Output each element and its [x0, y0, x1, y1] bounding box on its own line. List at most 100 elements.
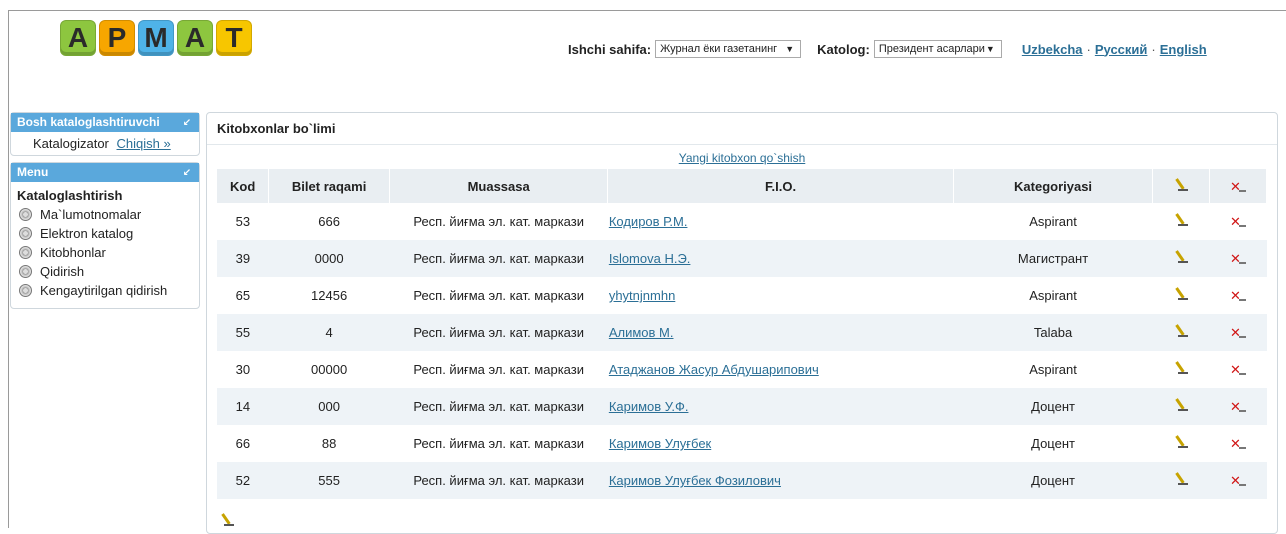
- table-row: 30 00000 Респ. йиғма эл. кат. маркази Атадж…: [217, 351, 1267, 388]
- menu-item-kitobhonlar[interactable]: Kitobhonlar: [11, 243, 199, 262]
- column-header-kategoriya[interactable]: Kategoriyasi: [953, 169, 1154, 203]
- disc-icon: [19, 265, 32, 278]
- edit-icon[interactable]: [1173, 398, 1189, 412]
- cataloger-panel-title: Bosh kataloglashtiruvchi: [17, 115, 160, 129]
- menu-item-qidirish[interactable]: Qidirish: [11, 262, 199, 281]
- delete-icon[interactable]: ✕: [1230, 326, 1247, 340]
- reader-name-link[interactable]: Каримов Улуғбек Фозилович: [609, 473, 781, 488]
- edit-icon[interactable]: [1173, 435, 1189, 449]
- cell-kod: 30: [217, 351, 269, 388]
- cell-kod: 14: [217, 388, 269, 425]
- cell-muassasa: Респ. йиғма эл. кат. маркази: [389, 277, 608, 314]
- lang-uzbek-link[interactable]: Uzbekcha: [1022, 42, 1083, 57]
- menu-item-label: Kitobhonlar: [40, 245, 106, 260]
- reader-name-link[interactable]: Кодиров Р.М.: [609, 214, 688, 229]
- edit-icon[interactable]: [1173, 472, 1189, 486]
- column-header-muassasa[interactable]: Muassasa: [389, 169, 609, 203]
- menu-item-elektron-katalog[interactable]: Elektron katalog: [11, 224, 199, 243]
- delete-icon[interactable]: ✕: [1230, 215, 1247, 229]
- work-page-value: Журнал ёки газетанинг: [660, 43, 778, 55]
- cell-bilet: 000: [268, 388, 390, 425]
- cell-edit: [1152, 425, 1210, 462]
- cell-bilet: 0000: [268, 240, 390, 277]
- column-header-bilet[interactable]: Bilet raqami: [268, 169, 390, 203]
- column-header-fio[interactable]: F.I.O.: [607, 169, 954, 203]
- delete-icon: ✕: [1230, 180, 1247, 194]
- reader-name-link[interactable]: Атаджанов Жасур Абдушарипович: [609, 362, 819, 377]
- cell-kategoriya: Магистрант: [953, 240, 1153, 277]
- cell-edit: [1152, 277, 1210, 314]
- edit-icon[interactable]: [1173, 324, 1189, 338]
- delete-icon[interactable]: ✕: [1230, 363, 1247, 377]
- delete-icon[interactable]: ✕: [1230, 252, 1247, 266]
- edit-icon[interactable]: [1173, 287, 1189, 301]
- delete-icon[interactable]: ✕: [1230, 474, 1247, 488]
- cell-muassasa: Респ. йиғма эл. кат. маркази: [389, 351, 608, 388]
- reader-name-link[interactable]: Islomova Н.Э.: [609, 251, 691, 266]
- lang-russian-link[interactable]: Русский: [1095, 42, 1148, 57]
- cell-edit: [1152, 351, 1210, 388]
- cell-fio: Кодиров Р.М.: [607, 203, 954, 240]
- armat-logo[interactable]: А Р М А Т: [60, 20, 255, 56]
- menu-item-kengaytirilgan-qidirish[interactable]: Kengaytirilgan qidirish: [11, 281, 199, 300]
- sidebar: Bosh kataloglashtiruvchi ↙ Katalogizator…: [10, 112, 200, 315]
- column-header-kod[interactable]: Kod: [217, 169, 270, 203]
- chevron-down-icon: ▼: [985, 44, 995, 54]
- cell-kod: 66: [217, 425, 269, 462]
- reader-name-link[interactable]: Каримов У.Ф.: [609, 399, 689, 414]
- cell-delete: ✕: [1209, 277, 1267, 314]
- catalog-select[interactable]: Президент асарлари ▼: [873, 40, 1002, 58]
- cell-delete: ✕: [1209, 203, 1267, 240]
- column-header-delete: ✕: [1209, 169, 1267, 203]
- table-row: 52 555 Респ. йиғма эл. кат. маркази Каримов…: [217, 462, 1267, 499]
- collapse-icon[interactable]: ↙: [183, 166, 191, 179]
- cell-kod: 65: [217, 277, 269, 314]
- cell-muassasa: Респ. йиғма эл. кат. маркази: [389, 203, 608, 240]
- reader-name-link[interactable]: yhytnjnmhn: [609, 288, 675, 303]
- table-row: 39 0000 Респ. йиғма эл. кат. маркази Islomo…: [217, 240, 1267, 277]
- table-row: 53 666 Респ. йиғма эл. кат. маркази Кодиров…: [217, 203, 1267, 240]
- menu-item-label: Elektron katalog: [40, 226, 134, 241]
- delete-icon[interactable]: ✕: [1230, 437, 1247, 451]
- language-switcher: Uzbekcha · Русский · English: [1022, 42, 1207, 57]
- add-reader-link[interactable]: Yangi kitobxon qo`shish: [679, 151, 806, 165]
- cell-edit: [1152, 462, 1210, 499]
- reader-name-link[interactable]: Алимов М.: [609, 325, 674, 340]
- edit-icon[interactable]: [1173, 213, 1189, 227]
- cell-bilet: 4: [268, 314, 390, 351]
- cell-kategoriya: Доцент: [953, 425, 1153, 462]
- cataloger-panel-header[interactable]: Bosh kataloglashtiruvchi ↙: [11, 113, 199, 132]
- logo-tile: М: [138, 20, 174, 56]
- left-border: [8, 10, 9, 528]
- bottom-edit-button[interactable]: [219, 513, 235, 530]
- cell-kod: 52: [217, 462, 269, 499]
- cell-delete: ✕: [1209, 351, 1267, 388]
- cell-delete: ✕: [1209, 425, 1267, 462]
- cell-delete: ✕: [1209, 388, 1267, 425]
- cell-fio: Каримов Улуғбек Фозилович: [607, 462, 954, 499]
- work-page-select[interactable]: Журнал ёки газетанинг ▼: [655, 40, 802, 58]
- edit-icon[interactable]: [1173, 250, 1189, 264]
- edit-icon[interactable]: [1173, 361, 1189, 375]
- cell-fio: Каримов У.Ф.: [607, 388, 954, 425]
- lang-english-link[interactable]: English: [1160, 42, 1207, 57]
- edit-icon: [1173, 178, 1189, 192]
- cell-bilet: 666: [268, 203, 390, 240]
- menu-item-malumotnomalar[interactable]: Ma`lumotnomalar: [11, 205, 199, 224]
- logout-link[interactable]: Chiqish »: [117, 136, 171, 151]
- logo-tile: Р: [99, 20, 135, 56]
- cell-fio: Атаджанов Жасур Абдушарипович: [607, 351, 954, 388]
- delete-icon[interactable]: ✕: [1230, 289, 1247, 303]
- cell-delete: ✕: [1209, 462, 1267, 499]
- cell-kategoriya: Aspirant: [953, 203, 1153, 240]
- table-header-row: Kod Bilet raqami Muassasa F.I.O. Kategor…: [217, 169, 1267, 203]
- cell-edit: [1152, 240, 1210, 277]
- cell-muassasa: Респ. йиғма эл. кат. маркази: [389, 462, 608, 499]
- menu-panel-header[interactable]: Menu ↙: [11, 163, 199, 182]
- cell-kod: 39: [217, 240, 269, 277]
- reader-name-link[interactable]: Каримов Улуғбек: [609, 436, 711, 451]
- collapse-icon[interactable]: ↙: [183, 116, 191, 129]
- cell-kod: 55: [217, 314, 269, 351]
- delete-icon[interactable]: ✕: [1230, 400, 1247, 414]
- cell-muassasa: Респ. йиғма эл. кат. маркази: [389, 425, 608, 462]
